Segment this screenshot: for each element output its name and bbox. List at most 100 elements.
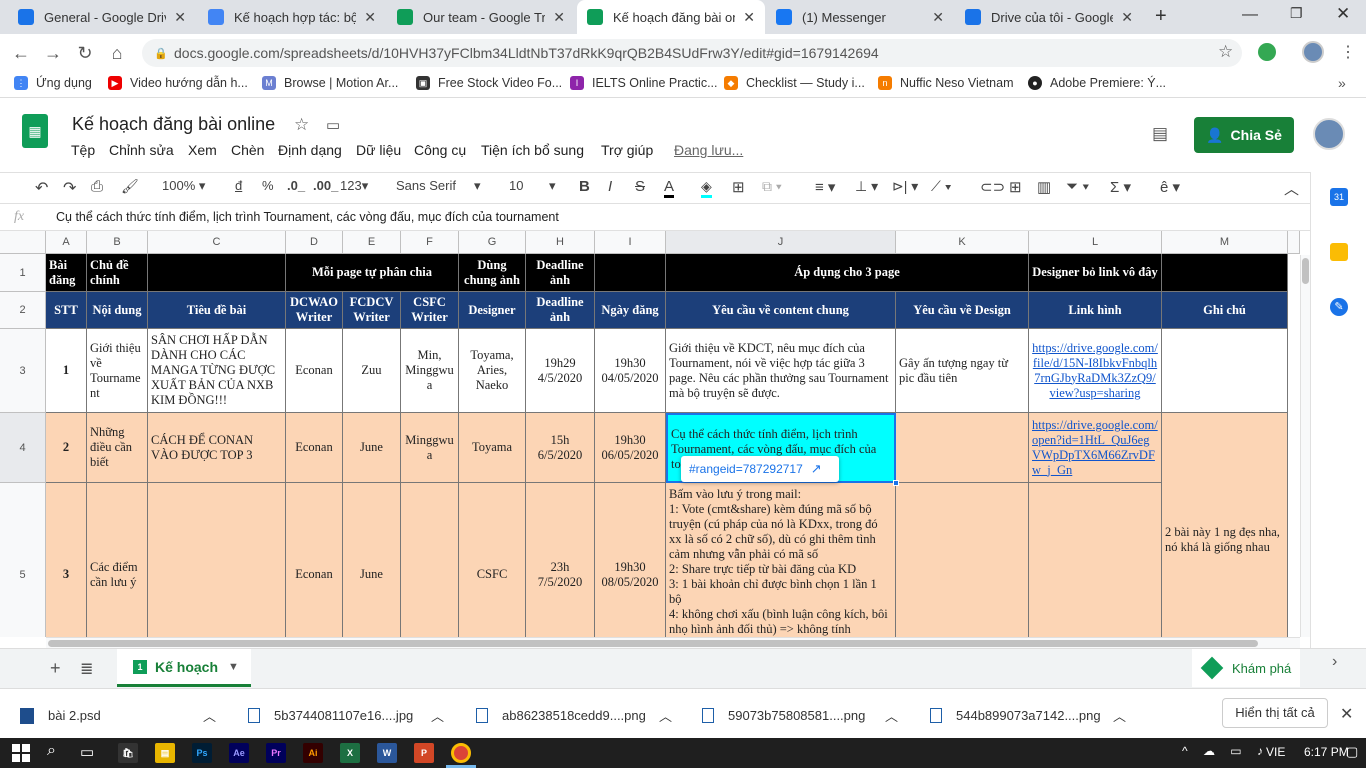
cell-e3[interactable]: Zuu <box>343 329 401 413</box>
show-all-downloads-button[interactable]: Hiển thị tất cả <box>1222 698 1328 728</box>
column-header[interactable]: C <box>148 231 286 254</box>
align-left-icon[interactable]: ≡ ▾ <box>815 178 835 196</box>
cell-c2[interactable]: Tiêu đề bài <box>148 292 286 329</box>
undo-icon[interactable]: ↶ <box>35 178 48 198</box>
close-window-button[interactable]: ✕ <box>1336 4 1350 24</box>
borders-icon[interactable]: ⊞ <box>732 178 745 196</box>
select-all-corner[interactable] <box>0 231 46 254</box>
range-link-popup[interactable]: #rangeid=787292717 ↗ <box>681 456 839 482</box>
premiere-icon[interactable]: Pr <box>266 743 286 763</box>
vertical-align-icon[interactable]: ⊥ ▾ <box>855 178 878 195</box>
explore-button[interactable]: Khám phá <box>1192 649 1300 687</box>
menu-tools[interactable]: Công cụ <box>414 142 466 158</box>
side-panel-toggle-icon[interactable]: › <box>1332 653 1337 671</box>
column-header[interactable]: K <box>896 231 1029 254</box>
cell-e4[interactable]: June <box>343 413 401 483</box>
back-icon[interactable]: ← <box>8 40 34 66</box>
column-header[interactable]: J <box>666 231 896 254</box>
close-tab-icon[interactable]: ✕ <box>174 9 186 26</box>
close-tab-icon[interactable]: ✕ <box>553 9 565 26</box>
cell-j3[interactable]: Giới thiệu về KDCT, nêu mục đích của Tou… <box>666 329 896 413</box>
cell-e2[interactable]: FCDCV Writer <box>343 292 401 329</box>
cell-c3[interactable]: SÂN CHƠI HẤP DẪN DÀNH CHO CÁC MANGA TỪNG… <box>148 329 286 413</box>
all-sheets-icon[interactable]: ≣ <box>80 659 93 679</box>
row-header[interactable]: 4 <box>0 413 46 483</box>
cell-l1[interactable]: Designer bỏ link vô đây <box>1029 254 1162 292</box>
cell-h3[interactable]: 19h29 4/5/2020 <box>526 329 595 413</box>
browser-menu-icon[interactable]: ⋮ <box>1340 42 1356 62</box>
cell-j2[interactable]: Yêu cầu về content chung <box>666 292 896 329</box>
chevron-up-icon[interactable]: ︿ <box>659 706 672 725</box>
input-tools-icon[interactable]: ê ▾ <box>1160 178 1180 196</box>
column-header[interactable]: D <box>286 231 343 254</box>
vertical-scrollbar-thumb[interactable] <box>1302 258 1309 284</box>
download-item[interactable]: bài 2.psd ︿ <box>20 706 216 725</box>
cell-g4[interactable]: Toyama <box>459 413 526 483</box>
cell-m4-m5-merged[interactable]: 2 bài này 1 ng đẹs nha, nó khá là giống … <box>1162 413 1288 637</box>
browser-tab[interactable]: Drive của tôi - Google D ✕ <box>955 0 1143 34</box>
cell-g3[interactable]: Toyama, Aries, Naeko <box>459 329 526 413</box>
column-header[interactable]: M <box>1162 231 1288 254</box>
photoshop-icon[interactable]: Ps <box>192 743 212 763</box>
cell-l5[interactable] <box>1029 483 1162 637</box>
restore-button[interactable]: ❐ <box>1290 5 1303 22</box>
column-header[interactable]: A <box>46 231 87 254</box>
calendar-icon[interactable]: 31 <box>1330 188 1348 206</box>
cell-f3[interactable]: Min, Minggwu a <box>401 329 459 413</box>
minimize-button[interactable]: — <box>1242 6 1258 24</box>
cell-f5[interactable] <box>401 483 459 637</box>
share-button[interactable]: 👤 Chia Sẻ <box>1194 117 1294 153</box>
forward-icon[interactable]: → <box>40 40 66 66</box>
menu-insert[interactable]: Chèn <box>231 142 264 158</box>
add-sheet-icon[interactable]: + <box>50 658 61 679</box>
extension-icon[interactable] <box>1258 43 1276 61</box>
browser-tab[interactable]: (1) Messenger ✕ <box>766 0 954 34</box>
bookmark-apps[interactable]: ⋮ Ứng dụng <box>14 76 92 90</box>
row-header[interactable]: 3 <box>0 329 46 413</box>
chevron-down-icon[interactable]: ▼ <box>228 661 239 673</box>
cell-k4[interactable] <box>896 413 1029 483</box>
strikethrough-icon[interactable]: S <box>635 178 645 195</box>
bookmark-item[interactable]: M Browse | Motion Ar... <box>262 76 398 90</box>
clock[interactable]: 6:17 PM <box>1304 745 1349 759</box>
cell-i5[interactable]: 19h30 08/05/2020 <box>595 483 666 637</box>
menu-edit[interactable]: Chỉnh sửa <box>109 142 174 158</box>
column-header[interactable]: E <box>343 231 401 254</box>
bookmark-item[interactable]: n Nuffic Neso Vietnam <box>878 76 1013 90</box>
column-header[interactable]: I <box>595 231 666 254</box>
column-header[interactable]: B <box>87 231 148 254</box>
download-item[interactable]: 544b899073a7142....png ︿ <box>930 706 1126 725</box>
insert-link-icon[interactable]: ⊂⊃ <box>980 178 1005 196</box>
cell-m1[interactable] <box>1162 254 1288 292</box>
star-icon[interactable]: ☆ <box>294 115 309 135</box>
merge-cells-icon[interactable]: ⧉ ▾ <box>762 178 782 195</box>
cell-g5[interactable]: CSFC <box>459 483 526 637</box>
close-downloads-icon[interactable]: ✕ <box>1340 704 1353 724</box>
cell-h2[interactable]: Deadline ảnh <box>526 292 595 329</box>
close-tab-icon[interactable]: ✕ <box>743 9 755 26</box>
cell-f2[interactable]: CSFC Writer <box>401 292 459 329</box>
cell-g2[interactable]: Designer <box>459 292 526 329</box>
column-header[interactable]: F <box>401 231 459 254</box>
cell-b4[interactable]: Những điều cần biết <box>87 413 148 483</box>
download-item[interactable]: 59073b75808581....png ︿ <box>702 706 898 725</box>
cell-f4[interactable]: Minggwu a <box>401 413 459 483</box>
sheet-tab-active[interactable]: 1 Kế hoạch ▼ <box>117 649 251 687</box>
vertical-scrollbar[interactable] <box>1300 255 1310 637</box>
cell-j1-k1-merged[interactable]: Áp dụng cho 3 page <box>666 254 1029 292</box>
menu-format[interactable]: Định dạng <box>278 142 342 158</box>
cell-b5[interactable]: Các điểm cần lưu ý <box>87 483 148 637</box>
cell-d1-f1-merged[interactable]: Mỗi page tự phân chia <box>286 254 459 292</box>
bold-icon[interactable]: B <box>579 178 590 195</box>
cell-l2[interactable]: Link hình <box>1029 292 1162 329</box>
paint-format-icon[interactable]: 🖌 <box>121 178 139 195</box>
cell-l4-link[interactable]: https://drive.google.com/open?id=1HtL_Qu… <box>1029 413 1162 483</box>
cell-m3[interactable] <box>1162 329 1288 413</box>
search-icon[interactable]: ⌕ <box>47 742 56 760</box>
reload-icon[interactable]: ↻ <box>72 40 98 66</box>
keep-icon[interactable] <box>1330 243 1348 261</box>
functions-icon[interactable]: Σ ▾ <box>1110 178 1131 196</box>
cell-c1[interactable] <box>148 254 286 292</box>
insert-chart-icon[interactable]: ▥ <box>1037 178 1051 196</box>
text-color-icon[interactable]: A <box>664 178 675 198</box>
